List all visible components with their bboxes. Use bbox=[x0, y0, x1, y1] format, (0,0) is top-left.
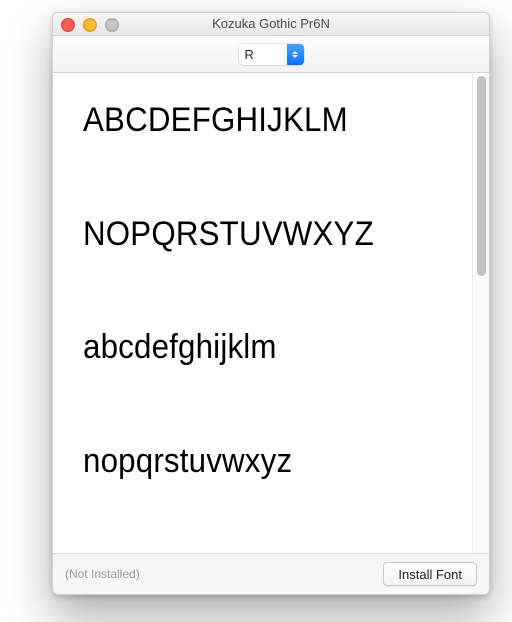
font-style-value: R bbox=[239, 44, 287, 65]
footer: (Not Installed) Install Font bbox=[53, 553, 489, 594]
close-icon[interactable] bbox=[61, 18, 75, 32]
font-style-select[interactable]: R bbox=[239, 44, 304, 65]
sample-line: nopqrstuvwxyz bbox=[83, 444, 423, 480]
sample-line: abcdefghijklm bbox=[83, 330, 423, 366]
minimize-icon[interactable] bbox=[83, 18, 97, 32]
chevron-up-down-icon[interactable] bbox=[287, 44, 304, 65]
install-status: (Not Installed) bbox=[65, 567, 140, 581]
scrollbar-track[interactable] bbox=[472, 73, 489, 553]
zoom-icon bbox=[105, 18, 119, 32]
window-controls bbox=[61, 18, 119, 32]
preview-scroll[interactable]: ABCDEFGHIJKLM NOPQRSTUVWXYZ abcdefghijkl… bbox=[53, 73, 473, 553]
font-book-preview-window: Kozuka Gothic Pr6N R ABCDEFGHIJKLM NOPQR… bbox=[52, 12, 490, 595]
install-font-button[interactable]: Install Font bbox=[383, 562, 477, 586]
titlebar[interactable]: Kozuka Gothic Pr6N bbox=[53, 13, 489, 36]
preview-area: ABCDEFGHIJKLM NOPQRSTUVWXYZ abcdefghijkl… bbox=[53, 73, 489, 553]
sample-line: ABCDEFGHIJKLM bbox=[83, 103, 423, 139]
scrollbar-thumb[interactable] bbox=[477, 76, 486, 276]
sample-line: NOPQRSTUVWXYZ bbox=[83, 217, 423, 253]
toolbar: R bbox=[53, 36, 489, 73]
